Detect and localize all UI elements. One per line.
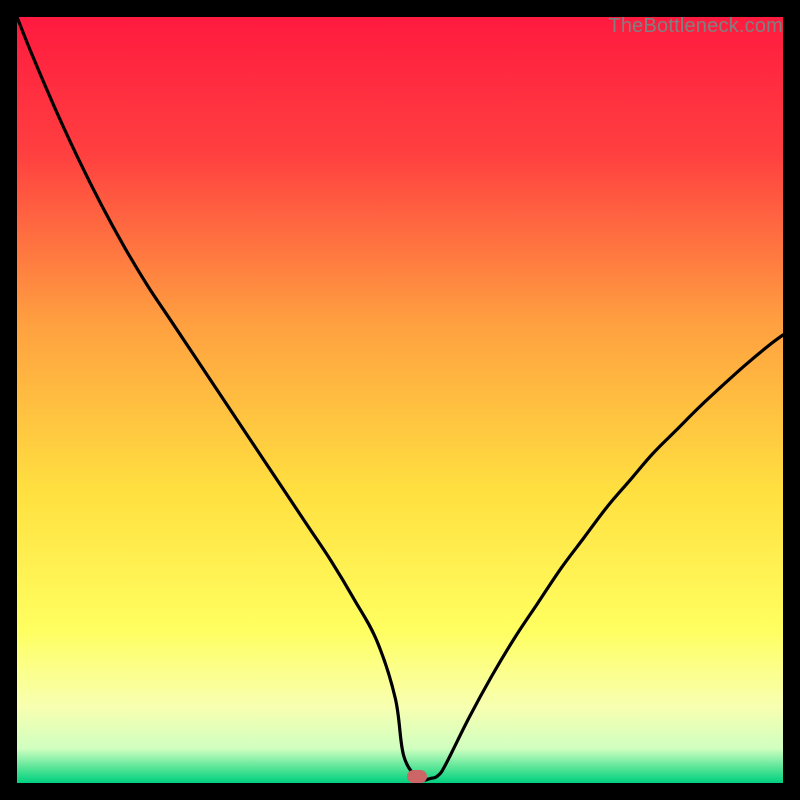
watermark-text: TheBottleneck.com bbox=[608, 15, 783, 38]
chart-plot bbox=[17, 17, 783, 783]
optimum-marker bbox=[407, 770, 427, 783]
chart-frame: TheBottleneck.com bbox=[17, 17, 783, 783]
chart-background bbox=[17, 17, 783, 783]
